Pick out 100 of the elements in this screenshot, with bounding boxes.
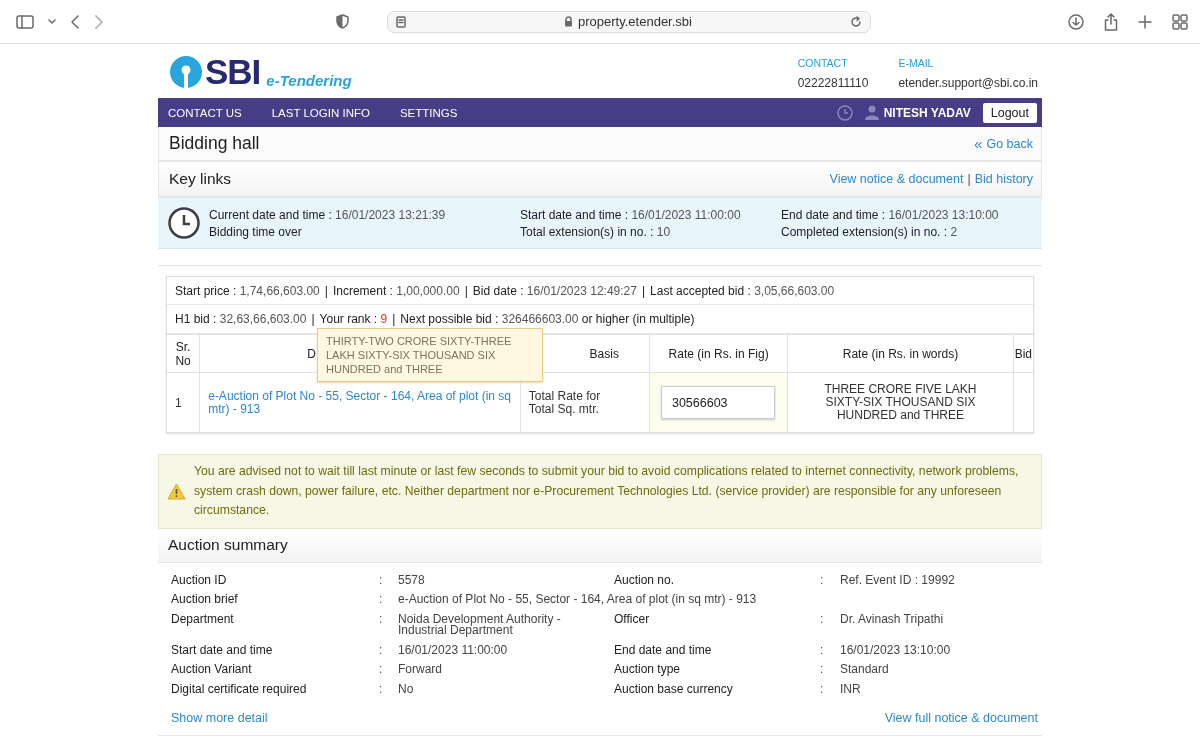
detail-label: Auction ID [171, 571, 228, 589]
column-header: D [307, 346, 316, 361]
timing-text: Current date and time : 16/01/2023 13:21:39 [209, 207, 447, 222]
tab-overview-icon[interactable] [1172, 13, 1188, 30]
table-cell: Total Rate for Total Sq. mtr. [528, 388, 601, 416]
field-separator: | [311, 312, 315, 326]
bid-info-field: Bid date : 16/01/2023 12:49:27 [472, 283, 637, 298]
colon-separator: : [820, 641, 825, 659]
detail-label: End date and time [614, 641, 713, 659]
warning-message: You are advised not to wait till last minute or last few seconds to submit your bid to avoid complications related to internet connectivity, network problems, system crash down, power failure, etc. Neither department nor e-Procurement Technologies Ltd. (service provider) are responsible for any unforeseen circumstance. [194, 463, 1020, 519]
column-header: Bid [1014, 346, 1032, 361]
clock-icon [168, 207, 200, 239]
column-header: Rate (in Rs. in words) [842, 346, 959, 361]
colon-separator: : [379, 680, 384, 698]
bid-info-field: Increment : 1,00,000.00 [332, 283, 460, 298]
field-separator: | [464, 283, 468, 298]
bid-info-field: H1 bid : 32,63,66,603.00 [175, 312, 307, 326]
colon-separator: : [820, 661, 825, 678]
detail-label: Start date and time [171, 641, 274, 659]
go-back-link[interactable]: Go back [986, 136, 1033, 151]
column-header: Sr. No [175, 339, 191, 368]
back-icon[interactable] [70, 13, 80, 30]
detail-label: Department [171, 610, 235, 628]
reload-icon[interactable] [850, 15, 862, 28]
shield-icon [336, 14, 349, 29]
field-separator: | [392, 312, 396, 326]
detail-value: No [398, 680, 415, 698]
detail-value: Ref. Event ID : 19992 [840, 571, 956, 589]
detail-label: Auction Variant [171, 661, 253, 678]
detail-label: Auction base currency [614, 680, 734, 698]
contact-value: 02222811110 [797, 76, 869, 90]
nav-link[interactable]: SETTINGS [399, 106, 458, 119]
colon-separator: : [379, 571, 384, 589]
contact-value: etender.support@sbi.co.in [898, 76, 1038, 90]
lock-icon [564, 16, 573, 27]
download-icon[interactable] [1068, 13, 1084, 30]
bid-info-field: Start price : 1,74,66,603.00 [175, 283, 320, 298]
logo-wordmark: SBI [205, 56, 261, 88]
colon-separator: : [379, 641, 384, 659]
section-title: Key links [169, 170, 232, 188]
tooltip: THIRTY-TWO CRORE SIXTY-THREE LAKH SIXTY-SIX THOUSAND SIX HUNDRED and THREE [317, 328, 543, 382]
detail-label: Auction brief [171, 591, 239, 608]
detail-link[interactable]: Show more detail [171, 711, 268, 725]
logout-button[interactable]: Logout [982, 102, 1037, 123]
table-cell: 1 [175, 395, 182, 410]
colon-separator: : [820, 571, 825, 589]
colon-separator: : [379, 661, 384, 678]
rate-input-field[interactable]: 30566603 [660, 386, 775, 419]
field-separator: | [641, 283, 646, 298]
detail-value: Forward [398, 661, 443, 678]
detail-value: Dr. Avinash Tripathi [840, 610, 945, 628]
column-header: Basis [589, 346, 619, 361]
user-name: NITESH YADAV [883, 105, 971, 120]
new-tab-icon[interactable] [1138, 14, 1152, 29]
detail-label: Digital certificate required [171, 680, 308, 698]
double-chevron-icon[interactable]: « [974, 135, 983, 152]
key-link[interactable]: Bid history [974, 172, 1033, 186]
field-separator: | [324, 283, 328, 298]
table-cell: THREE CRORE FIVE LAKH SIXTY-SIX THOUSAND SIX HUNDRED and THREE [824, 382, 977, 422]
detail-value: Noida Development Authority - Industrial Department [398, 610, 562, 639]
detail-value: 16/01/2023 11:00:00 [398, 641, 509, 659]
detail-value: Standard [840, 661, 890, 678]
bid-info-field: Last accepted bid : 3,05,66,603.00 [650, 283, 835, 298]
nav-link[interactable]: LAST LOGIN INFO [271, 106, 370, 119]
detail-value: INR [840, 680, 862, 698]
colon-separator: : [379, 610, 384, 628]
sidebar-icon[interactable] [16, 14, 34, 29]
link-separator: | [967, 172, 971, 186]
key-link[interactable]: View notice & document [829, 172, 964, 186]
share-icon[interactable] [1104, 12, 1118, 31]
user-icon [864, 105, 879, 120]
page-icon [396, 15, 406, 28]
page-title: Bidding hall [169, 133, 260, 154]
timing-text: End date and time : 16/01/2023 13:10:00 [781, 207, 999, 222]
logo-tagline: e-Tendering [266, 73, 352, 89]
timing-text: Total extension(s) in no. : 10 [520, 224, 672, 239]
bid-info-field: Next possible bid : 326466603.00 or higher (in multiple) [400, 312, 695, 326]
detail-label: Officer [614, 610, 651, 628]
detail-label: Auction type [614, 661, 682, 678]
contact-label: CONTACT [797, 57, 849, 69]
column-header: Rate (in Rs. in Fig) [668, 346, 769, 361]
nav-link[interactable]: CONTACT US [168, 106, 242, 119]
clock-icon [836, 104, 853, 121]
detail-link[interactable]: View full notice & document [884, 711, 1038, 725]
colon-separator: : [820, 610, 825, 628]
warning-icon [167, 482, 186, 500]
url-text[interactable]: property.etender.sbi [578, 14, 692, 29]
colon-separator: : [379, 591, 384, 608]
detail-value: 5578 [398, 571, 426, 589]
chevron-down-icon[interactable] [48, 18, 56, 25]
contact-label: E-MAIL [898, 57, 935, 69]
detail-value: 16/01/2023 13:10:00 [840, 641, 952, 659]
detail-label: Auction no. [614, 571, 676, 589]
timing-text: Completed extension(s) in no. : 2 [781, 224, 959, 239]
bid-info-field: Your rank : 9 [319, 312, 388, 326]
timing-text: Start date and time : 16/01/2023 11:00:00 [520, 207, 742, 222]
detail-value: e-Auction of Plot No - 55, Sector - 164, Area of plot (in sq mtr) - 913 [398, 591, 758, 608]
timing-text: Bidding time over [209, 224, 303, 239]
section-title: Auction summary [168, 536, 288, 554]
colon-separator: : [820, 680, 825, 698]
